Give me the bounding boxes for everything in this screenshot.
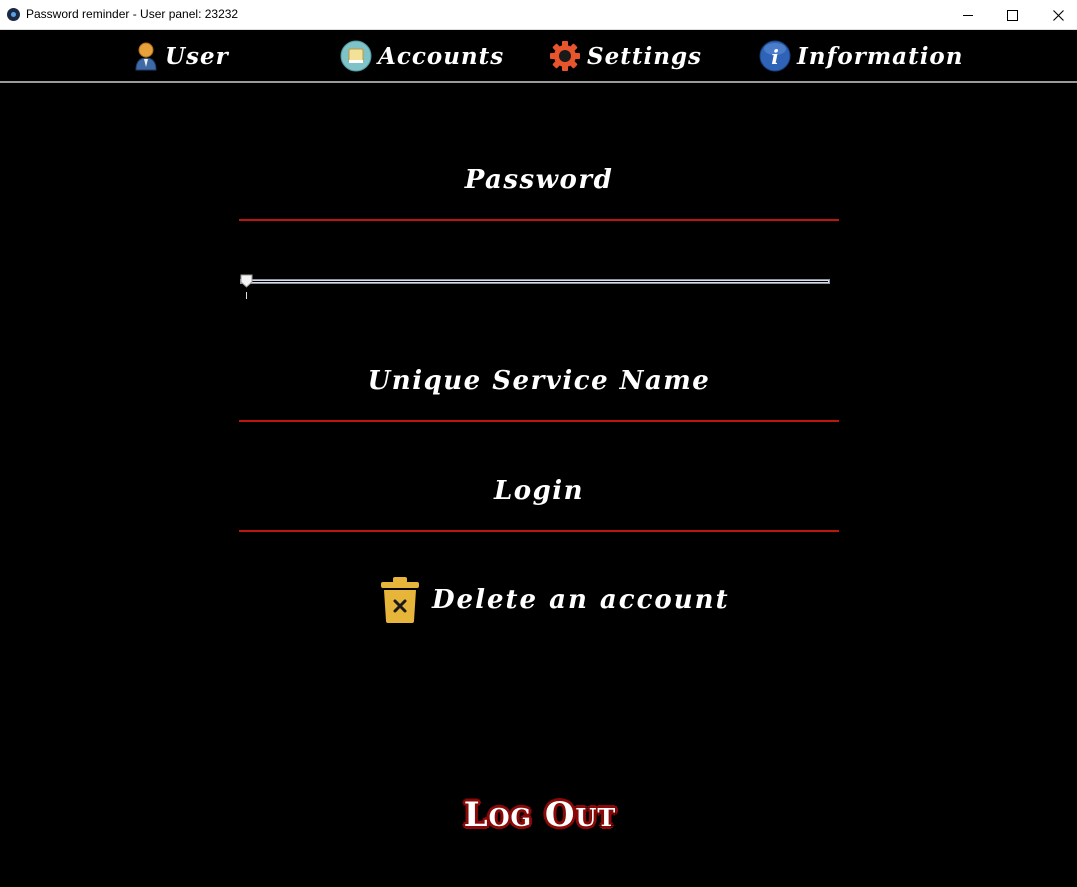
trash-icon [381,577,419,623]
user-icon [135,42,157,71]
window-titlebar: Password reminder - User panel: 23232 [0,0,1077,30]
slider-tick [246,292,247,299]
close-button[interactable] [1035,0,1077,30]
svg-text:i: i [771,45,779,69]
menu-item-accounts[interactable]: Accounts [340,38,504,74]
menu-label-user: User [165,42,229,70]
slider-track[interactable] [240,279,830,284]
delete-account-label: Delete an account [432,585,730,615]
password-field[interactable]: Password [239,165,839,223]
menu-label-accounts: Accounts [378,42,505,70]
password-underline [239,219,839,221]
slider-thumb[interactable] [240,274,253,288]
menu-item-settings[interactable]: Settings [549,38,702,74]
window-title: Password reminder - User panel: 23232 [26,7,239,21]
menu-label-settings: Settings [587,42,702,70]
service-name-underline [239,420,839,422]
service-name-field[interactable]: Unique Service Name [239,366,839,424]
main-menu: User Accounts Settings i Information [0,30,1077,83]
password-label: Password [464,165,614,195]
menu-item-user[interactable]: User [133,38,229,74]
info-icon: i [759,40,791,72]
menu-label-information: Information [797,42,964,70]
logout-button[interactable]: Log Out [440,790,640,840]
app-icon [7,8,20,21]
maximize-icon [1006,9,1018,21]
minimize-button[interactable] [945,0,991,30]
maximize-button[interactable] [989,0,1035,30]
minimize-icon [963,14,973,16]
delete-account-button[interactable]: Delete an account [378,576,730,624]
gear-icon [550,41,580,71]
login-label: Login [493,476,585,506]
accounts-icon [340,40,372,72]
close-icon [1052,9,1064,21]
menu-item-information[interactable]: i Information [759,38,964,74]
logout-label: Log Out [463,795,617,835]
login-field[interactable]: Login [239,476,839,534]
service-name-label: Unique Service Name [367,366,711,396]
login-underline [239,530,839,532]
